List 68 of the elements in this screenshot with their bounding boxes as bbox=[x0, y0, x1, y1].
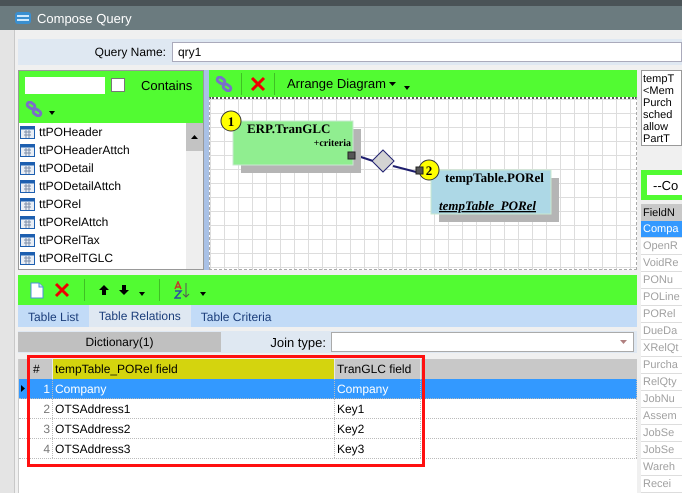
port-icon[interactable] bbox=[416, 166, 424, 174]
database-icon bbox=[14, 11, 32, 25]
scrollbar[interactable] bbox=[186, 123, 203, 269]
row-pointer-icon bbox=[21, 385, 25, 392]
table-list-item[interactable]: ttPODetail bbox=[39, 161, 94, 175]
table-list-item[interactable]: ttPORelTax bbox=[39, 233, 100, 247]
arrange-diagram-button[interactable]: Arrange Diagram bbox=[283, 76, 400, 91]
description-text: PartT bbox=[643, 133, 671, 145]
delete-icon[interactable] bbox=[250, 76, 266, 92]
dropdown-caret-icon bbox=[389, 82, 396, 86]
dropdown-caret-icon[interactable] bbox=[49, 111, 55, 115]
description-text: Purch bbox=[643, 97, 673, 109]
dictionary-button[interactable]: Dictionary(1) bbox=[18, 332, 221, 352]
table-icon bbox=[20, 162, 35, 174]
table-list-item[interactable]: ttPORelAttch bbox=[39, 215, 108, 229]
dropdown-caret-icon[interactable] bbox=[404, 86, 410, 90]
table-icon bbox=[20, 144, 35, 156]
table-icon bbox=[20, 252, 35, 264]
new-document-icon[interactable] bbox=[30, 282, 44, 298]
table-list-item[interactable]: ttPOHeader bbox=[39, 125, 102, 139]
description-text: <Mem bbox=[643, 85, 675, 97]
description-text: tempT bbox=[643, 73, 676, 85]
table-list-item[interactable]: ttPORelTGLC bbox=[39, 251, 114, 265]
dropdown-caret-icon[interactable] bbox=[139, 292, 145, 296]
link-icon[interactable] bbox=[25, 101, 43, 117]
table-list-item[interactable]: ttPORel bbox=[39, 197, 82, 211]
contains-checkbox[interactable] bbox=[111, 78, 125, 92]
table-icon bbox=[20, 180, 35, 192]
table-cell[interactable]: OTSAddress3 bbox=[53, 439, 335, 458]
window-title: Compose Query bbox=[37, 10, 132, 26]
query-name-field[interactable]: qry1 bbox=[172, 42, 682, 62]
column-header[interactable]: tempTable_PORel field bbox=[53, 359, 335, 379]
join-type-label: Join type: bbox=[269, 334, 327, 350]
table-cell[interactable]: OTSAddress1 bbox=[53, 399, 335, 418]
tab[interactable]: Table List bbox=[18, 307, 89, 327]
table-cell[interactable]: Key1 bbox=[335, 399, 421, 418]
tab[interactable]: Table Relations bbox=[88, 305, 191, 327]
delete-icon[interactable] bbox=[54, 282, 70, 298]
description-text: allow bbox=[643, 121, 670, 133]
scroll-up-icon[interactable] bbox=[191, 135, 198, 139]
table-icon bbox=[20, 234, 35, 246]
row-number: 3 bbox=[35, 419, 53, 438]
down-arrow-icon[interactable] bbox=[119, 284, 129, 296]
contains-label: Contains bbox=[141, 78, 192, 92]
tab[interactable]: Table Criteria bbox=[190, 307, 282, 327]
row-number: 2 bbox=[35, 399, 53, 418]
query-name-label: Query Name: bbox=[94, 45, 166, 59]
table-icon bbox=[20, 126, 35, 138]
field-filter-dropdown[interactable]: --Co bbox=[647, 175, 682, 195]
dropdown-caret-icon[interactable] bbox=[200, 292, 206, 296]
table-list-item[interactable]: ttPODetailAttch bbox=[39, 179, 122, 193]
column-header[interactable]: FieldN bbox=[641, 204, 682, 221]
link-icon[interactable] bbox=[215, 76, 233, 92]
table-cell[interactable]: OTSAddress2 bbox=[53, 419, 335, 438]
dropdown-caret-icon bbox=[620, 340, 627, 344]
sort-icon[interactable] bbox=[174, 281, 190, 299]
description-text: sched bbox=[643, 109, 674, 121]
join-type-dropdown[interactable] bbox=[331, 332, 634, 352]
table-icon bbox=[20, 216, 35, 228]
table-cell[interactable]: Key3 bbox=[335, 439, 421, 458]
row-number: 4 bbox=[35, 439, 53, 458]
row-number: 1 bbox=[35, 379, 53, 398]
table-icon bbox=[20, 198, 35, 210]
table-list-item[interactable]: ttPOHeaderAttch bbox=[39, 143, 130, 157]
table-search-field[interactable] bbox=[25, 76, 105, 94]
table-cell[interactable]: Key2 bbox=[335, 419, 421, 438]
port-icon[interactable] bbox=[348, 152, 356, 160]
up-arrow-icon[interactable] bbox=[99, 284, 109, 296]
